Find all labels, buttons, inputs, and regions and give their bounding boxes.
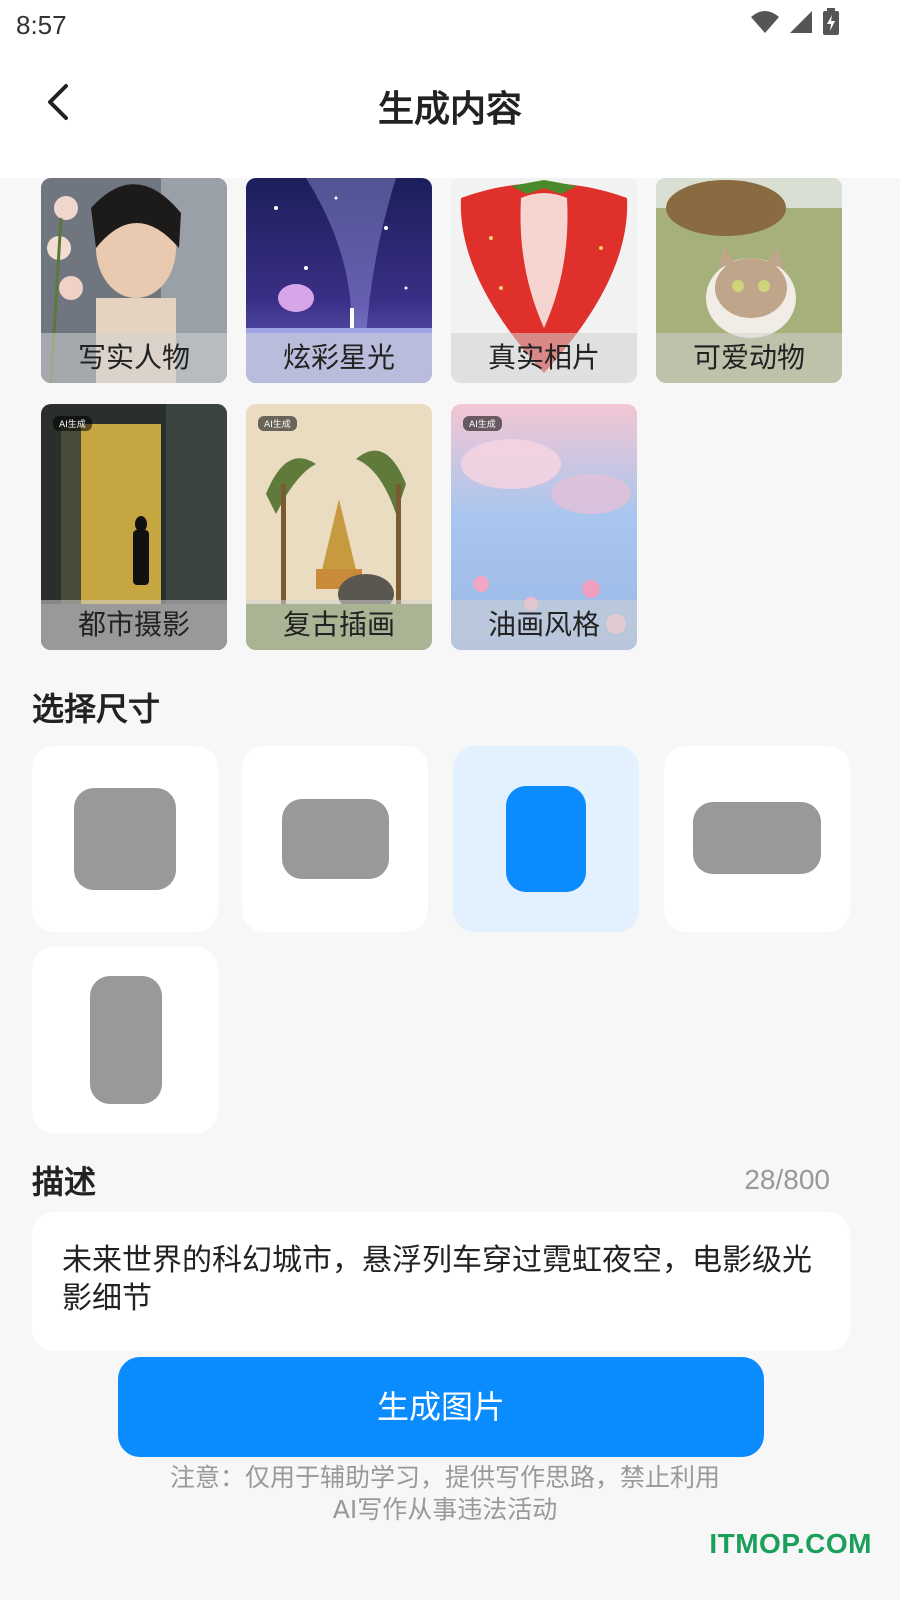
- size-option-landscape[interactable]: [242, 746, 428, 932]
- notice-line-1: 注意：仅用于辅助学习，提供写作思路，禁止利用: [169, 1463, 720, 1492]
- size-section-title: 选择尺寸: [32, 690, 161, 728]
- status-time: 8:57: [16, 10, 67, 40]
- page-title: 生成内容: [377, 89, 522, 130]
- style-label: 复古插画: [246, 600, 432, 650]
- signal-icon: [790, 11, 812, 33]
- ai-badge: AI生成: [53, 416, 92, 431]
- size-option-wide[interactable]: [664, 746, 850, 932]
- wifi-icon: [751, 11, 779, 33]
- style-card-urban-photography[interactable]: AI生成 都市摄影: [41, 404, 227, 650]
- style-label: 真实相片: [451, 333, 637, 383]
- style-card-cute-animal[interactable]: 可爱动物: [656, 178, 842, 383]
- portrait-shape-icon: [506, 786, 586, 892]
- size-option-square[interactable]: [32, 746, 218, 932]
- style-card-vintage-illustration[interactable]: AI生成 复古插画: [246, 404, 432, 650]
- ai-badge: AI生成: [258, 416, 297, 431]
- style-card-starlight[interactable]: 炫彩星光: [246, 178, 432, 383]
- header: 生成内容: [0, 50, 900, 178]
- notice-line-2: AI写作从事违法活动: [332, 1495, 558, 1524]
- ai-badge: AI生成: [463, 416, 502, 431]
- wide-shape-icon: [693, 802, 821, 874]
- char-count: 28/800: [744, 1164, 830, 1195]
- description-input[interactable]: 未来世界的科幻城市，悬浮列车穿过霓虹夜空，电影级光影细节: [32, 1212, 850, 1351]
- watermark: ITMOP.COM: [709, 1528, 872, 1559]
- generate-image-button[interactable]: 生成图片: [118, 1357, 764, 1457]
- description-title: 描述: [32, 1163, 97, 1201]
- style-label: 炫彩星光: [246, 333, 432, 383]
- style-label: 油画风格: [451, 600, 637, 650]
- size-option-portrait[interactable]: [453, 746, 639, 932]
- style-card-realistic-person[interactable]: 写实人物: [41, 178, 227, 383]
- style-card-oil-painting[interactable]: AI生成 油画风格: [451, 404, 637, 650]
- tall-shape-icon: [90, 976, 162, 1104]
- style-label: 写实人物: [41, 333, 227, 383]
- size-option-tall[interactable]: [32, 947, 218, 1133]
- landscape-shape-icon: [282, 799, 389, 879]
- style-label: 都市摄影: [41, 600, 227, 650]
- style-card-real-photo[interactable]: 真实相片: [451, 178, 637, 383]
- battery-icon: [823, 8, 839, 35]
- style-label: 可爱动物: [656, 333, 842, 383]
- square-shape-icon: [74, 788, 176, 890]
- disclaimer-notice: 注意：仅用于辅助学习，提供写作思路，禁止利用 AI写作从事违法活动: [120, 1462, 770, 1526]
- status-icons: [750, 8, 840, 36]
- status-bar: 8:57: [0, 0, 900, 50]
